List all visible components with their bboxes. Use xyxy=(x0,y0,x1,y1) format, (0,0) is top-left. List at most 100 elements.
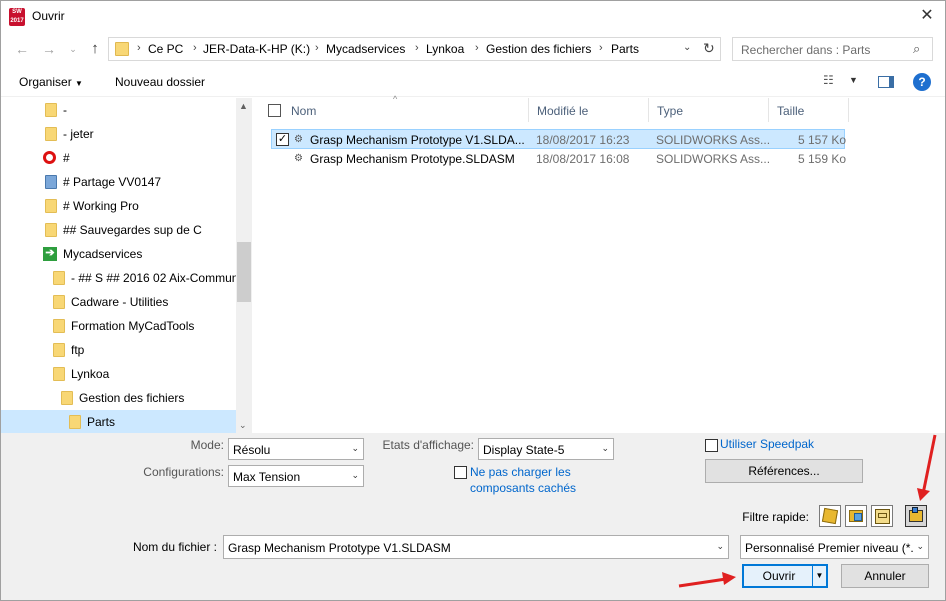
breadcrumb-parts[interactable]: Parts xyxy=(611,42,639,56)
no-load-hidden-checkbox[interactable] xyxy=(454,466,467,479)
column-header-type[interactable]: Type xyxy=(649,98,769,122)
filter-assemblies-icon[interactable] xyxy=(845,505,867,527)
scrollbar-thumb[interactable] xyxy=(237,242,251,302)
tree-item[interactable]: ## Sauvegardes sup de C xyxy=(1,218,236,242)
breadcrumb-mycadservices[interactable]: Mycadservices xyxy=(326,42,405,56)
tree-item[interactable]: Gestion des fichiers xyxy=(1,386,236,410)
scroll-up-arrow-icon[interactable]: ▲ xyxy=(239,101,248,111)
open-label: Ouvrir xyxy=(762,569,796,583)
display-state-select[interactable]: Display State-5 ⌄ xyxy=(478,438,614,460)
refresh-icon[interactable]: ↻ xyxy=(703,40,715,57)
view-details-icon[interactable]: ☷ xyxy=(823,73,841,87)
tree-item[interactable]: Cadware - Utilities xyxy=(1,290,236,314)
speedpak-checkbox[interactable] xyxy=(705,439,718,452)
dropdown-arrow-icon[interactable]: ▼ xyxy=(812,566,826,586)
row-checkbox-checked[interactable]: ✓ xyxy=(276,133,289,146)
back-arrow-icon[interactable]: ← xyxy=(12,39,32,59)
up-arrow-icon[interactable]: ↑ xyxy=(85,39,105,59)
chevron-down-icon[interactable]: ⌄ xyxy=(683,42,691,53)
references-button[interactable]: Références... xyxy=(705,459,863,483)
breadcrumb-ce-pc[interactable]: Ce PC xyxy=(148,42,183,56)
file-type: SOLIDWORKS Ass... xyxy=(656,152,771,166)
folder-icon xyxy=(53,295,65,309)
tree-item-label: # Working Pro xyxy=(63,199,139,213)
configurations-value: Max Tension xyxy=(233,470,301,484)
display-state-label: Etats d'affichage: xyxy=(382,438,474,452)
breadcrumb-gestion[interactable]: Gestion des fichiers xyxy=(486,42,591,56)
filter-drawings-icon[interactable] xyxy=(871,505,893,527)
organiser-menu-button[interactable]: Organiser ▼ xyxy=(19,75,83,89)
chevron-down-icon: ⌄ xyxy=(351,470,359,480)
assembly-file-icon: ⚙ xyxy=(294,134,303,145)
tree-item[interactable]: Lynkoa xyxy=(1,362,236,386)
mode-select[interactable]: Résolu ⌄ xyxy=(228,438,364,460)
address-bar[interactable]: › Ce PC › JER-Data-K-HP (K:) › Mycadserv… xyxy=(108,37,721,61)
column-header-size[interactable]: Taille xyxy=(769,98,849,122)
breadcrumb-lynkoa[interactable]: Lynkoa xyxy=(426,42,464,56)
no-access-icon xyxy=(43,151,56,164)
open-dialog: SW 2017 Ouvrir ✕ ← → ⌄ ↑ › Ce PC › JER-D… xyxy=(0,0,946,601)
breadcrumb-drive[interactable]: JER-Data-K-HP (K:) xyxy=(203,42,310,56)
tree-item[interactable]: - ## S ## 2016 02 Aix-Commun xyxy=(1,266,238,290)
search-input[interactable]: Rechercher dans : Parts xyxy=(741,43,870,57)
solidworks-app-icon: SW 2017 xyxy=(9,8,25,26)
open-button[interactable]: Ouvrir ▼ xyxy=(742,564,828,588)
title-bar: SW 2017 Ouvrir ✕ xyxy=(1,1,945,33)
chevron-right-icon: › xyxy=(475,42,479,54)
tree-item[interactable]: - xyxy=(1,98,236,122)
help-icon[interactable]: ? xyxy=(913,73,931,91)
tree-item[interactable]: # Working Pro xyxy=(1,194,236,218)
column-header-modified[interactable]: Modifié le xyxy=(529,98,649,122)
window-title: Ouvrir xyxy=(32,9,65,23)
preview-pane-icon[interactable] xyxy=(878,76,894,88)
speedpak-label[interactable]: Utiliser Speedpak xyxy=(720,437,814,451)
chevron-down-icon: ⌄ xyxy=(351,443,359,453)
folder-icon xyxy=(61,391,73,405)
filename-input[interactable]: Grasp Mechanism Prototype V1.SLDASM ⌄ xyxy=(223,535,729,559)
tree-item[interactable]: ftp xyxy=(1,338,236,362)
shared-users-icon xyxy=(45,175,57,189)
no-load-hidden-label[interactable]: Ne pas charger les composants cachés xyxy=(470,464,576,496)
dropdown-arrow-icon[interactable]: ▼ xyxy=(849,75,858,85)
chevron-right-icon: › xyxy=(599,42,603,54)
chevron-down-icon: ⌄ xyxy=(916,541,924,551)
forward-arrow-icon[interactable]: → xyxy=(39,39,59,59)
tree-item[interactable]: # Partage VV0147 xyxy=(1,170,236,194)
organiser-label: Organiser xyxy=(19,75,72,89)
new-folder-button[interactable]: Nouveau dossier xyxy=(115,75,205,89)
file-type-filter-value: Personnalisé Premier niveau (*. xyxy=(745,541,914,555)
chevron-right-icon: › xyxy=(137,42,141,54)
search-icon[interactable]: ⌕ xyxy=(913,41,920,57)
no-load-line-2: composants cachés xyxy=(470,481,577,495)
scroll-down-arrow-icon[interactable]: ⌄ xyxy=(239,420,247,431)
tree-item-label: Mycadservices xyxy=(63,247,143,261)
chevron-down-icon: ⌄ xyxy=(601,443,609,453)
mode-label: Mode: xyxy=(190,438,224,452)
configurations-select[interactable]: Max Tension ⌄ xyxy=(228,465,364,487)
tree-item-label: Cadware - Utilities xyxy=(71,295,169,309)
tree-item[interactable]: - jeter xyxy=(1,122,236,146)
file-row-selected[interactable]: ✓ ⚙ Grasp Mechanism Prototype V1.SLDA...… xyxy=(271,129,846,149)
close-button[interactable]: ✕ xyxy=(917,7,937,27)
tree-item[interactable]: # xyxy=(1,146,236,170)
quick-filter-label: Filtre rapide: xyxy=(742,510,809,524)
chevron-right-icon: › xyxy=(415,42,419,54)
filter-parts-icon[interactable] xyxy=(819,505,841,527)
chevron-right-icon: › xyxy=(315,42,319,54)
filter-top-level-icon[interactable] xyxy=(905,505,927,527)
cancel-button[interactable]: Annuler xyxy=(841,564,929,588)
column-header-name[interactable]: Nom xyxy=(283,98,529,122)
select-all-checkbox[interactable] xyxy=(268,104,281,117)
tree-item-label: Lynkoa xyxy=(71,367,110,381)
folder-icon xyxy=(53,319,65,333)
tree-item-label: # Partage VV0147 xyxy=(63,175,162,189)
file-row[interactable]: ⚙ Grasp Mechanism Prototype.SLDASM 18/08… xyxy=(271,149,846,169)
folder-icon xyxy=(53,271,65,285)
search-box[interactable]: Rechercher dans : Parts ⌕ xyxy=(732,37,933,61)
file-type-filter-select[interactable]: Personnalisé Premier niveau (*. ⌄ xyxy=(740,535,929,559)
tree-item-selected[interactable]: Parts xyxy=(1,410,236,433)
tree-item[interactable]: Formation MyCadTools xyxy=(1,314,236,338)
recent-chevron-icon[interactable]: ⌄ xyxy=(63,39,83,59)
tree-item[interactable]: ➔ Mycadservices xyxy=(1,242,236,266)
file-modified: 18/08/2017 16:08 xyxy=(536,152,630,166)
